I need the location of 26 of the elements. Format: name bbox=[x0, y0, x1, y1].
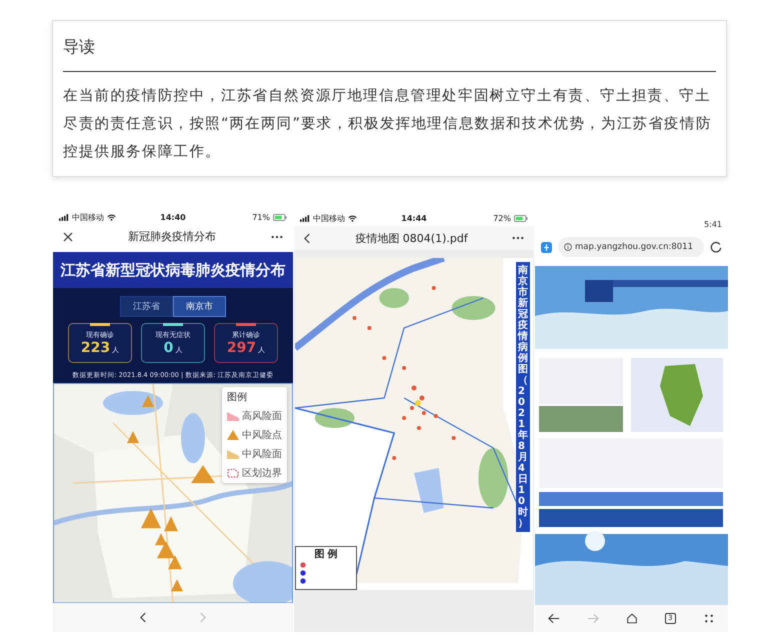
status-time: 5:41 bbox=[704, 220, 722, 228]
address-bar[interactable]: map.yangzhou.gov.cn:8011 bbox=[558, 237, 704, 257]
carrier-name: 中国移动 bbox=[72, 212, 104, 224]
map-caption: 南京市新冠疫情病例图（2021年8月4日10时） bbox=[516, 262, 530, 532]
intro-paragraph: 在当前的疫情防控中，江苏省自然资源厅地理信息管理处牢固树立守土有责、守土担责、守土尽责的责任意识，按照“两在两同”要求，积极发挥地理信息数据和技术优势，为江苏省疫情防控提供服务保障工作。 bbox=[63, 86, 713, 162]
status-time: 14:44 bbox=[401, 214, 427, 222]
legend-label: 中风险点 bbox=[242, 428, 282, 442]
region-tab[interactable]: 南京市 bbox=[173, 296, 226, 317]
document-title: 疫情地图 0804(1).pdf bbox=[355, 230, 468, 246]
legend-label: 中风险面 bbox=[242, 448, 282, 461]
battery-percent: 71% bbox=[252, 213, 270, 222]
legend-label: 区划边界 bbox=[242, 466, 282, 480]
stat-value: 223 bbox=[80, 340, 110, 356]
status-time: 14:40 bbox=[160, 213, 186, 222]
battery-percent: 72% bbox=[493, 214, 511, 222]
intro-title: 导读 bbox=[63, 36, 96, 58]
legend-label: 高风险面 bbox=[242, 410, 282, 423]
legend-title: 图例 bbox=[227, 390, 248, 404]
page-title: 新冠肺炎疫情分布 bbox=[128, 229, 216, 244]
stat-value: 0 bbox=[164, 340, 174, 356]
stat-value: 297 bbox=[226, 340, 256, 356]
legend-title: 图 例 bbox=[314, 549, 338, 560]
carrier-name: 中国移动 bbox=[313, 212, 345, 224]
region-tab[interactable]: 江苏省 bbox=[120, 296, 173, 317]
url-text: map.yangzhou.gov.cn:8011 bbox=[575, 242, 693, 252]
dashboard-banner: 江苏省新型冠状病毒肺炎疫情分布 bbox=[53, 252, 293, 288]
